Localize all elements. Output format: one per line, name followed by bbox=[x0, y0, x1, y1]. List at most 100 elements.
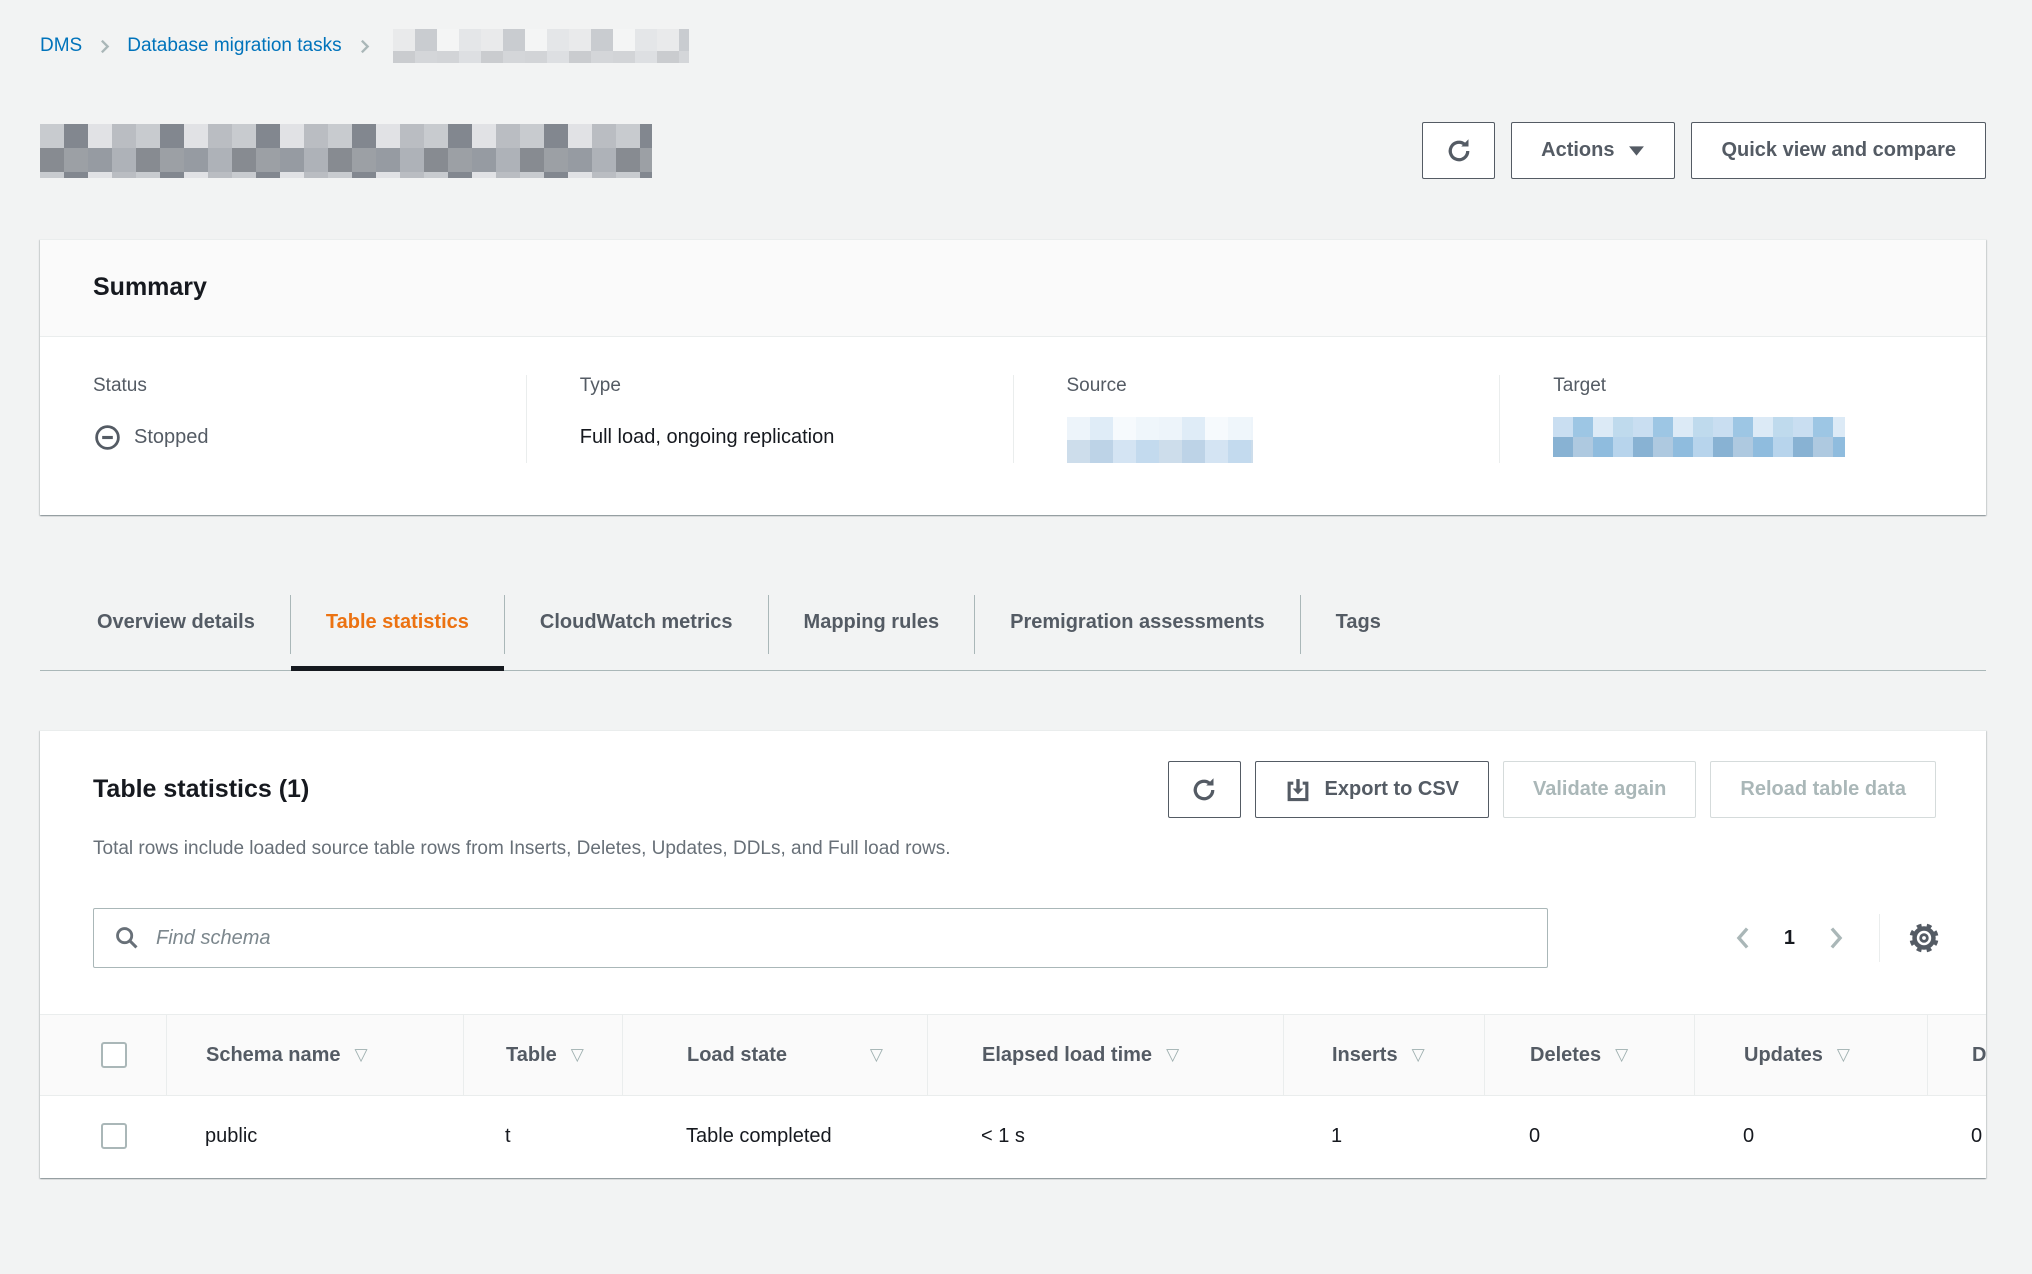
summary-col-source: Source bbox=[1013, 375, 1500, 463]
cell-updates: 0 bbox=[1694, 1096, 1927, 1178]
cell-load-state: Table completed bbox=[622, 1096, 927, 1178]
sort-icon: ▽ bbox=[355, 1045, 368, 1065]
reload-table-data-button: Reload table data bbox=[1710, 761, 1936, 818]
table-statistics-actions: Export to CSV Validate again Reload tabl… bbox=[1168, 761, 1936, 818]
column-header-load-state[interactable]: Load state ▽ bbox=[622, 1015, 927, 1095]
chevron-right-icon bbox=[96, 38, 113, 55]
cell-deletes: 0 bbox=[1484, 1096, 1694, 1178]
cell-inserts: 1 bbox=[1283, 1096, 1484, 1178]
summary-col-target: Target bbox=[1499, 375, 1986, 463]
page-header: Actions Quick view and compare bbox=[40, 122, 1986, 179]
column-label: Load state bbox=[687, 1044, 787, 1067]
toolbar-divider bbox=[1879, 914, 1880, 962]
table-statistics-table: Schema name ▽ Table ▽ Load state ▽ Elaps… bbox=[40, 1014, 1986, 1178]
column-label: Table bbox=[506, 1044, 557, 1067]
chevron-right-icon bbox=[1825, 925, 1847, 951]
stopped-icon bbox=[93, 423, 122, 452]
table-statistics-description: Total rows include loaded source table r… bbox=[93, 838, 1933, 860]
chevron-right-icon bbox=[356, 38, 373, 55]
gear-icon bbox=[1906, 920, 1942, 956]
column-header-elapsed-load-time[interactable]: Elapsed load time ▽ bbox=[927, 1015, 1283, 1095]
table-statistics-header: Table statistics (1) Export to CSV bbox=[40, 761, 1986, 818]
status-text: Stopped bbox=[134, 426, 209, 449]
row-select-cell bbox=[40, 1096, 166, 1178]
table-row: public t Table completed < 1 s 1 0 0 0 bbox=[40, 1096, 1986, 1178]
validate-again-button: Validate again bbox=[1503, 761, 1696, 818]
tab-table-statistics[interactable]: Table statistics bbox=[291, 589, 504, 670]
breadcrumb: DMS Database migration tasks bbox=[40, 28, 1986, 64]
export-csv-button[interactable]: Export to CSV bbox=[1255, 761, 1489, 818]
sort-icon: ▽ bbox=[1837, 1045, 1850, 1065]
tab-mapping-rules[interactable]: Mapping rules bbox=[769, 589, 975, 670]
refresh-button[interactable] bbox=[1422, 122, 1495, 179]
row-checkbox[interactable] bbox=[101, 1123, 127, 1149]
target-value bbox=[1553, 417, 1956, 457]
column-header-ddls-clipped[interactable]: D bbox=[1927, 1015, 1986, 1095]
pagination: 1 bbox=[1732, 925, 1847, 951]
table-header-row: Schema name ▽ Table ▽ Load state ▽ Elaps… bbox=[40, 1014, 1986, 1096]
select-all-checkbox[interactable] bbox=[101, 1042, 127, 1068]
table-statistics-title: Table statistics (1) bbox=[93, 775, 309, 804]
page-actions: Actions Quick view and compare bbox=[1422, 122, 1986, 179]
cell-schema-name: public bbox=[166, 1096, 463, 1178]
previous-page-button[interactable] bbox=[1732, 925, 1754, 951]
tab-label: Premigration assessments bbox=[1010, 611, 1265, 633]
quick-view-compare-button[interactable]: Quick view and compare bbox=[1691, 122, 1986, 179]
column-header-table[interactable]: Table ▽ bbox=[463, 1015, 622, 1095]
column-label: D bbox=[1972, 1044, 1986, 1067]
status-label: Status bbox=[93, 375, 496, 397]
select-all-cell bbox=[40, 1015, 166, 1095]
sort-icon: ▽ bbox=[870, 1045, 883, 1065]
sort-icon: ▽ bbox=[1166, 1045, 1179, 1065]
dms-task-page: DMS Database migration tasks Actions Qui… bbox=[0, 0, 2032, 1178]
quick-view-compare-label: Quick view and compare bbox=[1721, 139, 1956, 162]
type-label: Type bbox=[580, 375, 983, 397]
tab-tags[interactable]: Tags bbox=[1301, 589, 1416, 670]
sort-icon: ▽ bbox=[571, 1045, 584, 1065]
table-statistics-panel: Table statistics (1) Export to CSV bbox=[40, 730, 1986, 1178]
tab-cloudwatch-metrics[interactable]: CloudWatch metrics bbox=[505, 589, 768, 670]
tab-premigration-assessments[interactable]: Premigration assessments bbox=[975, 589, 1300, 670]
preferences-button[interactable] bbox=[1906, 920, 1942, 956]
tab-label: Mapping rules bbox=[804, 611, 940, 633]
task-tabs: Overview details Table statistics CloudW… bbox=[40, 589, 1986, 671]
tab-overview-details[interactable]: Overview details bbox=[62, 589, 290, 670]
target-value-redacted bbox=[1553, 417, 1845, 457]
source-value-redacted bbox=[1067, 417, 1253, 463]
column-label: Deletes bbox=[1530, 1044, 1601, 1067]
search-input[interactable] bbox=[154, 926, 1527, 951]
next-page-button[interactable] bbox=[1825, 925, 1847, 951]
caret-down-icon bbox=[1628, 144, 1645, 157]
reload-table-data-label: Reload table data bbox=[1740, 778, 1906, 801]
breadcrumb-link-tasks[interactable]: Database migration tasks bbox=[127, 35, 341, 57]
sort-icon: ▽ bbox=[1615, 1045, 1628, 1065]
export-csv-label: Export to CSV bbox=[1325, 778, 1459, 801]
tab-label: CloudWatch metrics bbox=[540, 611, 733, 633]
tab-label: Tags bbox=[1336, 611, 1381, 633]
chevron-left-icon bbox=[1732, 925, 1754, 951]
column-label: Inserts bbox=[1332, 1044, 1398, 1067]
tab-label: Overview details bbox=[97, 611, 255, 633]
source-label: Source bbox=[1067, 375, 1470, 397]
column-header-inserts[interactable]: Inserts ▽ bbox=[1283, 1015, 1484, 1095]
table-refresh-button[interactable] bbox=[1168, 761, 1241, 818]
type-value: Full load, ongoing replication bbox=[580, 417, 983, 457]
column-label: Elapsed load time bbox=[982, 1044, 1152, 1067]
search-icon bbox=[114, 925, 140, 951]
cell-ddls-clipped: 0 bbox=[1927, 1096, 1986, 1178]
summary-col-type: Type Full load, ongoing replication bbox=[526, 375, 1013, 463]
actions-button[interactable]: Actions bbox=[1511, 122, 1675, 179]
status-value: Stopped bbox=[93, 417, 496, 457]
validate-again-label: Validate again bbox=[1533, 778, 1666, 801]
tab-label: Table statistics bbox=[326, 611, 469, 633]
column-header-schema-name[interactable]: Schema name ▽ bbox=[166, 1015, 463, 1095]
column-header-updates[interactable]: Updates ▽ bbox=[1694, 1015, 1927, 1095]
actions-button-label: Actions bbox=[1541, 139, 1614, 162]
breadcrumb-link-dms[interactable]: DMS bbox=[40, 35, 82, 57]
column-header-deletes[interactable]: Deletes ▽ bbox=[1484, 1015, 1694, 1095]
cell-table: t bbox=[463, 1096, 622, 1178]
summary-panel-header: Summary bbox=[40, 240, 1986, 337]
table-toolbar: 1 bbox=[93, 908, 1942, 968]
summary-panel: Summary Status Stopped Type Full load, o… bbox=[40, 239, 1986, 515]
breadcrumb-current-redacted bbox=[393, 29, 689, 63]
